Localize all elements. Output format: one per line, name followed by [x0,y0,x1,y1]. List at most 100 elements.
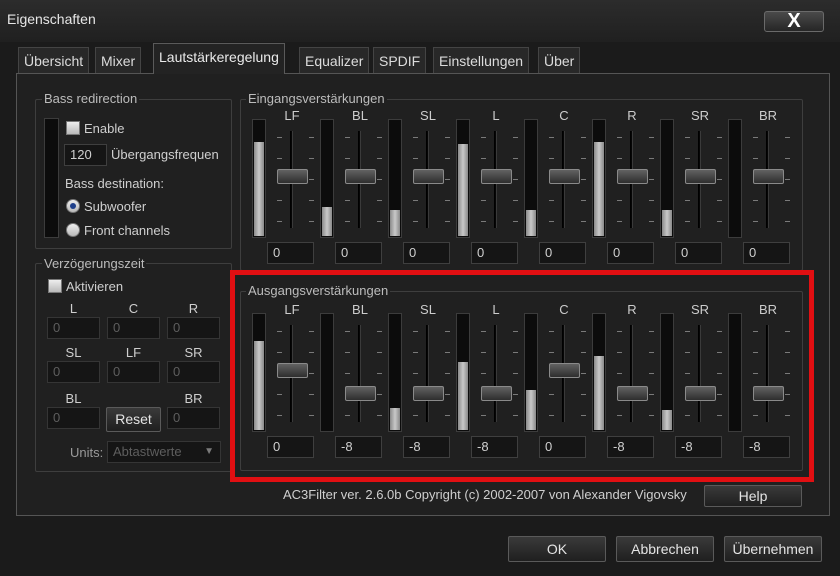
input-tick-right-7-0 [785,137,790,138]
input-tick-right-5-4 [649,220,654,222]
tab-lautstaerkeregelung[interactable]: Lautstärkeregelung [153,43,285,74]
input-level-fill-c [526,210,536,236]
delay-input-6[interactable]: 0 [47,407,100,429]
front-channels-radio[interactable] [66,223,80,237]
input-tick-right-4-2 [581,178,586,180]
delay-input-2[interactable]: 0 [167,317,220,339]
input-tick-left-5-3 [617,199,622,201]
input-tick-right-3-2 [513,178,518,180]
input-slider-thumb-sr[interactable] [685,169,716,184]
input-level-meter-l [456,119,470,238]
input-gain-value-lf[interactable]: 0 [267,242,314,264]
input-tick-left-1-1 [345,157,350,159]
delay-input-7[interactable]: 0 [167,407,220,429]
input-tick-left-7-1 [753,157,758,159]
close-button[interactable]: X [764,11,824,32]
input-tick-right-5-0 [649,137,654,138]
input-tick-right-2-4 [445,220,450,222]
input-gain-value-l[interactable]: 0 [471,242,518,264]
cancel-button[interactable]: Abbrechen [616,536,714,562]
input-tick-right-0-2 [309,178,314,180]
enable-checkbox[interactable] [66,121,80,135]
input-level-fill-r [594,142,604,236]
input-channel-label-bl: BL [352,108,368,123]
input-gain-value-r[interactable]: 0 [607,242,654,264]
input-level-fill-sl [390,210,400,236]
input-tick-right-1-1 [377,157,382,159]
delay-label-3: SL [65,345,82,360]
input-tick-left-5-0 [617,137,622,138]
units-dropdown[interactable]: Abtastwerte ▼ [107,441,221,463]
input-slider-thumb-r[interactable] [617,169,648,184]
input-slider-thumb-bl[interactable] [345,169,376,184]
input-slider-thumb-l[interactable] [481,169,512,184]
delay-label-0: L [69,301,78,316]
activate-delay-checkbox[interactable] [48,279,62,293]
subwoofer-radio[interactable] [66,199,80,213]
apply-button[interactable]: Übernehmen [724,536,822,562]
input-gains-legend: Eingangsverstärkungen [246,91,387,106]
input-tick-left-1-0 [345,137,350,138]
input-tick-right-2-0 [445,137,450,138]
delay-label-5: SR [184,345,203,360]
input-tick-right-5-1 [649,157,654,159]
input-tick-left-0-0 [277,137,282,138]
delay-label-6: BL [65,391,82,406]
delay-label-7: BR [184,391,203,406]
input-tick-right-4-3 [581,199,586,201]
delay-legend: Verzögerungszeit [42,256,147,271]
input-level-meter-sr [660,119,674,238]
input-tick-left-0-4 [277,220,282,222]
delay-input-1[interactable]: 0 [107,317,160,339]
input-tick-left-3-0 [481,137,486,138]
tab-mixer[interactable]: Mixer [95,47,142,73]
ok-button[interactable]: OK [508,536,606,562]
input-tick-right-1-3 [377,199,382,201]
input-tick-right-1-2 [377,178,382,180]
input-tick-left-0-3 [277,199,282,201]
input-slider-thumb-lf[interactable] [277,169,308,184]
input-gain-value-c[interactable]: 0 [539,242,586,264]
input-level-fill-sr [662,210,672,236]
input-tick-left-0-1 [277,157,282,159]
input-tick-left-6-0 [685,137,690,138]
input-tick-right-3-3 [513,199,518,201]
input-slider-thumb-br[interactable] [753,169,784,184]
input-tick-right-7-4 [785,220,790,222]
reset-button[interactable]: Reset [106,407,161,432]
input-tick-left-6-3 [685,199,690,201]
input-gain-value-sl[interactable]: 0 [403,242,450,264]
tab-ueber[interactable]: Über [538,47,581,73]
input-channel-label-lf: LF [284,108,300,123]
input-level-fill-bl [322,207,332,236]
highlight-box [230,270,814,482]
input-level-meter-br [728,119,742,238]
tab-spdif[interactable]: SPDIF [373,47,427,73]
input-tick-right-5-3 [649,199,654,201]
crossover-frequency-input[interactable]: 120 [64,144,107,166]
input-tick-left-4-0 [549,137,554,138]
tab-equalizer[interactable]: Equalizer [299,47,370,73]
units-label: Units: [70,445,104,460]
input-tick-right-1-4 [377,220,382,222]
tab-uebersicht[interactable]: Übersicht [18,47,90,73]
input-tick-right-0-0 [309,137,314,138]
delay-input-3[interactable]: 0 [47,361,100,383]
delay-input-0[interactable]: 0 [47,317,100,339]
bass-destination-label: Bass destination: [65,176,165,191]
delay-input-5[interactable]: 0 [167,361,220,383]
tab-einstellungen[interactable]: Einstellungen [433,47,530,73]
input-gain-value-br[interactable]: 0 [743,242,790,264]
input-slider-thumb-sl[interactable] [413,169,444,184]
input-tick-right-3-4 [513,220,518,222]
input-gain-value-sr[interactable]: 0 [675,242,722,264]
input-tick-right-0-3 [309,199,314,201]
bass-redirection-legend: Bass redirection [42,91,140,106]
input-tick-right-0-1 [309,157,314,159]
delay-input-4[interactable]: 0 [107,361,160,383]
input-gain-value-bl[interactable]: 0 [335,242,382,264]
input-slider-thumb-c[interactable] [549,169,580,184]
delay-label-1: C [128,301,139,316]
help-button[interactable]: Help [704,485,802,507]
input-tick-right-3-1 [513,157,518,159]
